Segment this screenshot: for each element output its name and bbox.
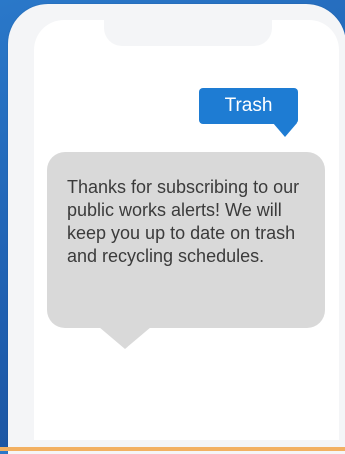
outgoing-message-bubble: Trash: [199, 88, 298, 124]
phone-notch: [104, 20, 272, 46]
incoming-message-bubble: Thanks for subscribing to our public wor…: [47, 152, 325, 328]
incoming-message-text: Thanks for subscribing to our public wor…: [67, 177, 300, 266]
outgoing-bubble-tail: [273, 123, 297, 137]
incoming-bubble-tail: [99, 327, 151, 349]
outgoing-message-text: Trash: [224, 95, 273, 116]
bottom-accent-strip: [0, 447, 345, 451]
